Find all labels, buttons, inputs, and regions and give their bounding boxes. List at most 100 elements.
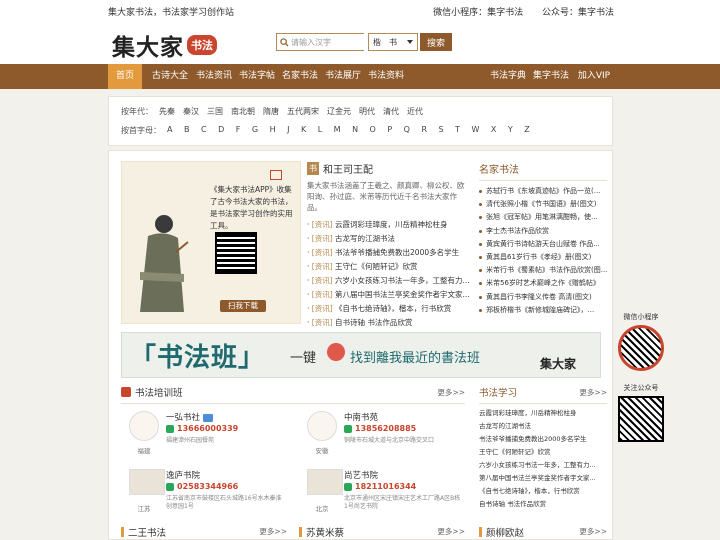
famous-item[interactable]: 清代张照小楷《节书国语》册(图文) — [479, 198, 607, 211]
learning-item[interactable]: 自书诗轴 书法作品欣赏 — [479, 498, 607, 511]
letter-option[interactable]: G — [252, 125, 258, 136]
news-item[interactable]: · [资讯] 王守仁《何陋轩记》欣赏 — [307, 260, 469, 274]
famous-item[interactable]: 李士杰书法作品欣赏 — [479, 225, 607, 238]
main-nav: 首页 古诗大全 书法资讯 书法字帖 名家书法 书法展厅 书法资料 书法字典 集字… — [0, 64, 720, 89]
letter-option[interactable]: P — [387, 125, 392, 136]
news-item[interactable]: · [资讯] 六岁小女孩练习书法一年多，工整有力... — [307, 274, 469, 288]
news-item[interactable]: · [资讯] 云霞词彩珪璋度，川岳精神松柱身 — [307, 218, 469, 232]
school-city: 江苏 — [137, 505, 151, 513]
training-more-link[interactable]: 更多>> — [437, 387, 465, 398]
section-more-link[interactable]: 更多>> — [437, 526, 465, 537]
letter-option[interactable]: K — [301, 125, 306, 136]
nav-home[interactable]: 首页 — [108, 64, 142, 89]
nav-masters[interactable]: 名家书法 — [280, 64, 320, 89]
official-account-link[interactable]: 公众号：集字书法 — [542, 8, 614, 18]
learning-item[interactable]: 书法爷爷播捕免费教出2000多名学生 — [479, 433, 607, 446]
letter-option[interactable]: X — [491, 125, 496, 136]
news-item[interactable]: · [资讯] 书法爷爷播捕免费教出2000多名学生 — [307, 246, 469, 260]
letter-option[interactable]: M — [334, 125, 341, 136]
dynasty-option[interactable]: 三国 — [207, 106, 223, 117]
section-more-link[interactable]: 更多>> — [259, 526, 287, 537]
dynasty-option[interactable]: 先秦 — [159, 106, 175, 117]
nav-gallery[interactable]: 书法展厅 — [323, 64, 363, 89]
letter-option[interactable]: R — [421, 125, 427, 136]
famous-calligraphy: 名家书法 苏轼行书《东坡真迹帖》作品一览(... 清代张照小楷《节书国语》册(图… — [479, 161, 607, 317]
school-city: 福建 — [137, 447, 151, 455]
letter-option[interactable]: J — [287, 125, 289, 136]
learning-section: 书法学习 更多>> 云霞词彩珪璋度，川岳精神松柱身 古龙写的江湖书法 书法爷爷播… — [479, 385, 607, 511]
school-phone: 18211016344 — [344, 482, 416, 491]
news-headline[interactable]: 书 和王司王配 — [307, 161, 469, 176]
dynasty-option[interactable]: 辽金元 — [327, 106, 351, 117]
letter-option[interactable]: L — [318, 125, 322, 136]
calligraphy-class-banner[interactable]: 「书法班」 一键 找到離我最近的書法班 集大家 — [121, 332, 601, 378]
learning-item[interactable]: 古龙写的江湖书法 — [479, 420, 607, 433]
news-item[interactable]: · [资讯] 自书诗轴 书法作品欣赏 — [307, 316, 469, 330]
learning-item[interactable]: 王守仁《何陋轩记》欣赏 — [479, 446, 607, 459]
section-more-link[interactable]: 更多>> — [579, 526, 607, 537]
training-card[interactable]: 安徽 中南书苑 13856208885 铜陵市石城大道与北京中路交叉口 — [299, 407, 469, 465]
nav-poems[interactable]: 古诗大全 — [150, 64, 190, 89]
letter-option[interactable]: Z — [524, 125, 529, 136]
dynasty-option[interactable]: 秦汉 — [183, 106, 199, 117]
learning-item[interactable]: 云霞词彩珪璋度，川岳精神松柱身 — [479, 407, 607, 420]
nav-news[interactable]: 书法资讯 — [194, 64, 234, 89]
letter-option[interactable]: A — [167, 125, 172, 136]
learning-item[interactable]: 《自书七绝诗轴》，楷本，行书欣赏 — [479, 485, 607, 498]
famous-item[interactable]: 米芾行书《蜀素帖》书法作品欣赏(图... — [479, 264, 607, 277]
font-style-select[interactable]: 楷 书 — [368, 33, 418, 51]
dynasty-option[interactable]: 近代 — [407, 106, 423, 117]
site-logo[interactable]: 集大家 书法 — [112, 28, 217, 62]
news-intro: 集大家书法涵盖了王羲之、颜真卿、柳公权、欧阳询、孙过庭、米芾等历代近千名书法大家… — [307, 181, 465, 212]
nav-vip[interactable]: 加入VIP — [574, 64, 614, 89]
learning-item[interactable]: 六岁小女孩练习书法一年多，工整有力... — [479, 459, 607, 472]
letter-option[interactable]: W — [472, 125, 480, 136]
nav-materials[interactable]: 书法资料 — [366, 64, 406, 89]
letter-option[interactable]: D — [218, 125, 224, 136]
training-card[interactable]: 福建 一弘书社 13666000339 福建漳州石园餐苑 — [121, 407, 291, 465]
famous-item[interactable]: 黄宾黄行书诗帖游天台山赋卷 作品... — [479, 238, 607, 251]
search-button[interactable]: 搜索 — [420, 33, 452, 51]
letter-option[interactable]: F — [236, 125, 241, 136]
app-promo[interactable]: 《集大家书法APP》收集了古今书法大家的书法，是书法家学习创作的实用工具。 扫我… — [121, 161, 301, 324]
letter-option[interactable]: N — [352, 125, 358, 136]
famous-item[interactable]: 米芾56岁时艺术巅峰之作《赠鹤帖》 — [479, 277, 607, 290]
letter-option[interactable]: T — [455, 125, 460, 136]
news-tag: [资讯] — [311, 318, 333, 327]
nav-copybooks[interactable]: 书法字帖 — [237, 64, 277, 89]
letter-option[interactable]: O — [370, 125, 376, 136]
letter-option[interactable]: C — [201, 125, 207, 136]
news-item[interactable]: · [资讯] 《自书七绝诗轴》，楷本，行书欣赏 — [307, 302, 469, 316]
famous-item[interactable]: 苏轼行书《东坡真迹帖》作品一览(... — [479, 185, 607, 198]
search-input[interactable]: 请输入汉字 — [276, 33, 364, 51]
download-button[interactable]: 扫我下载 — [220, 300, 266, 312]
news-item[interactable]: · [资讯] 古龙写的江湖书法 — [307, 232, 469, 246]
famous-item[interactable]: 张旭《冠军帖》用笔淋漓酣畅，使... — [479, 211, 607, 224]
news-item-text: 王守仁《何陋轩记》欣赏 — [335, 262, 418, 271]
nav-dictionary[interactable]: 书法字典 — [488, 64, 528, 89]
dynasty-option[interactable]: 明代 — [359, 106, 375, 117]
letter-option[interactable]: Q — [404, 125, 410, 136]
letter-option[interactable]: S — [439, 125, 444, 136]
news-item[interactable]: · [资讯] 第八届中国书法兰亭奖金奖作者宇文家... — [307, 288, 469, 302]
letter-option[interactable]: H — [270, 125, 276, 136]
letter-option[interactable]: Y — [508, 125, 513, 136]
dynasty-option[interactable]: 清代 — [383, 106, 399, 117]
search-bar: 请输入汉字 楷 书 搜索 — [276, 33, 452, 51]
famous-item[interactable]: 黄其昌61岁行书《孝经》册(图文) — [479, 251, 607, 264]
nav-collect[interactable]: 集字书法 — [531, 64, 571, 89]
letter-option[interactable]: B — [184, 125, 190, 136]
famous-item[interactable]: 郑板桥楷书《新修城隍庙碑记》，... — [479, 304, 607, 317]
training-card[interactable]: 北京 尚艺书院 18211016344 北京市通州区宋庄镇宋庄艺术工厂路A区B栋… — [299, 465, 469, 523]
learning-item[interactable]: 第八届中国书法兰亭奖金奖作者宇文家... — [479, 472, 607, 485]
pointer-hand-icon — [327, 343, 345, 361]
mini-program-link[interactable]: 微信小程序：集字书法 — [433, 8, 523, 18]
dynasty-option[interactable]: 五代两宋 — [287, 106, 319, 117]
learning-more-link[interactable]: 更多>> — [579, 387, 607, 398]
dynasty-option[interactable]: 南北朝 — [231, 106, 255, 117]
news-section: 书 和王司王配 集大家书法涵盖了王羲之、颜真卿、柳公权、欧阳询、孙过庭、米芾等历… — [307, 161, 469, 330]
famous-item[interactable]: 黄其昌行书李隆义传卷 高清(图文) — [479, 291, 607, 304]
training-card[interactable]: 江苏 逸庐书院 02583344966 江苏省南京市鼓楼区石头城路16号水木秦淮… — [121, 465, 291, 523]
dynasty-option[interactable]: 隋唐 — [263, 106, 279, 117]
news-tag: [资讯] — [311, 290, 333, 299]
